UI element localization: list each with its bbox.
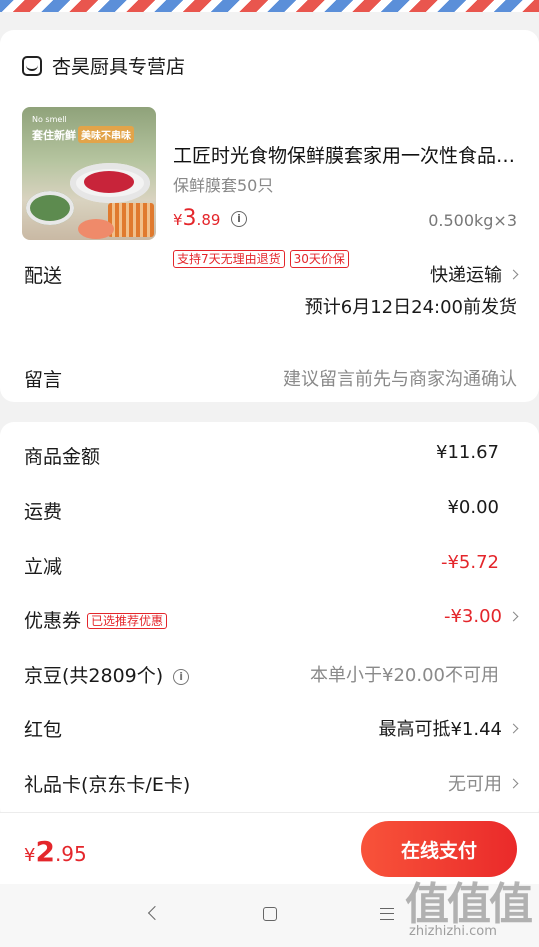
service-tags: 支持7天无理由退货 30天价保	[173, 250, 349, 268]
instant-discount-row: 立减 -¥5.72	[0, 552, 539, 582]
total-integer: 2	[35, 835, 55, 868]
product-image-slogan: 套住新鲜	[32, 129, 76, 142]
price-summary-card: 商品金额 ¥11.67 运费 ¥0.00 立减 -¥5.72 优惠券 已选推荐优惠…	[0, 422, 539, 822]
message-input[interactable]: 建议留言前先与商家沟通确认	[283, 365, 517, 391]
gift-card-row[interactable]: 礼品卡(京东卡/E卡) 无可用	[0, 770, 539, 800]
product-image-badge: 美味不串味	[78, 126, 134, 143]
price-info-icon[interactable]: i	[231, 211, 247, 227]
red-packet-row[interactable]: 红包 最高可抵¥1.44	[0, 715, 539, 745]
shrimp-graphic	[78, 219, 114, 239]
berries-graphic	[84, 171, 134, 193]
product-spec: 保鲜膜套50只	[173, 176, 274, 195]
shipping-fee-row: 运费 ¥0.00	[0, 497, 539, 527]
shipping-fee-value: ¥0.00	[447, 497, 499, 518]
price-decimal: .89	[196, 211, 221, 229]
coupon-row[interactable]: 优惠券 已选推荐优惠 -¥3.00	[0, 606, 539, 636]
product-image-brand: No smell	[32, 115, 67, 124]
wrap-roll-graphic	[108, 203, 154, 237]
chevron-right-icon	[508, 723, 519, 733]
coupon-value: -¥3.00	[443, 606, 502, 627]
goods-amount-value: ¥11.67	[436, 442, 499, 463]
jingdou-label: 京豆(共2809个)	[24, 665, 164, 687]
product-price: ¥3.89	[173, 206, 220, 231]
tag-price-protection: 30天价保	[289, 250, 349, 268]
jingdou-value: 本单小于¥20.00不可用	[310, 665, 499, 686]
delivery-method-text: 快递运输	[430, 265, 502, 286]
back-icon[interactable]	[147, 905, 163, 921]
total-currency: ¥	[24, 845, 36, 866]
price-integer: 3	[182, 206, 197, 231]
chevron-right-icon	[508, 778, 519, 788]
total-decimal: .95	[54, 842, 87, 866]
goods-amount-row: 商品金额 ¥11.67	[0, 442, 539, 472]
product-weight-quantity: 0.500kg×3	[428, 211, 517, 230]
shipping-fee-label: 运费	[24, 501, 63, 523]
price-currency: ¥	[173, 211, 183, 229]
shop-icon	[22, 55, 42, 76]
chevron-right-icon	[508, 611, 519, 622]
jingdou-label-group: 京豆(共2809个) i	[24, 661, 190, 688]
instant-discount-label: 立减	[24, 556, 63, 578]
goods-amount-label: 商品金额	[24, 446, 101, 468]
coupon-recommended-badge: 已选推荐优惠	[87, 613, 168, 629]
delivery-method[interactable]: 快递运输	[430, 261, 519, 287]
tag-return-policy: 支持7天无理由退货	[173, 250, 285, 268]
jingdou-info-icon[interactable]: i	[173, 669, 190, 685]
watermark: 值值值 zhizhizhi.com	[405, 868, 533, 944]
delivery-label: 配送	[24, 265, 63, 287]
coupon-label: 优惠券	[24, 610, 82, 632]
menu-icon[interactable]	[380, 908, 394, 920]
chevron-right-icon	[508, 269, 519, 279]
product-image[interactable]: No smell 套住新鲜 美味不串味	[22, 107, 156, 240]
instant-discount-value: -¥5.72	[440, 552, 499, 573]
shop-header[interactable]: 杏昊厨具专营店	[22, 52, 185, 79]
jingdou-row: 京豆(共2809个) i 本单小于¥20.00不可用	[0, 661, 539, 691]
coupon-value-group[interactable]: -¥3.00	[443, 606, 519, 627]
message-label: 留言	[24, 369, 63, 391]
gift-card-label: 礼品卡(京东卡/E卡)	[24, 774, 191, 796]
watermark-url: zhizhizhi.com	[409, 924, 497, 939]
gift-card-value-group[interactable]: 无可用	[448, 770, 519, 796]
order-total: ¥2.95	[24, 835, 87, 868]
bowl-graphic	[26, 191, 74, 225]
coupon-label-group: 优惠券 已选推荐优惠	[24, 606, 168, 633]
order-item-card: 杏昊厨具专营店 No smell 套住新鲜 美味不串味 工匠时光食物保鲜膜套家用…	[0, 30, 539, 402]
airmail-border	[0, 0, 539, 12]
shop-name: 杏昊厨具专营店	[52, 56, 186, 78]
home-icon[interactable]	[263, 907, 277, 921]
product-title[interactable]: 工匠时光食物保鲜膜套家用一次性食品级保鲜膜	[173, 141, 518, 168]
red-packet-value-group[interactable]: 最高可抵¥1.44	[378, 715, 519, 741]
watermark-logo: 值值值	[405, 879, 533, 930]
red-packet-label: 红包	[24, 719, 63, 741]
shipping-estimate: 预计6月12日24:00前发货	[304, 297, 517, 318]
gift-card-value: 无可用	[448, 774, 502, 795]
red-packet-value: 最高可抵¥1.44	[378, 719, 502, 740]
